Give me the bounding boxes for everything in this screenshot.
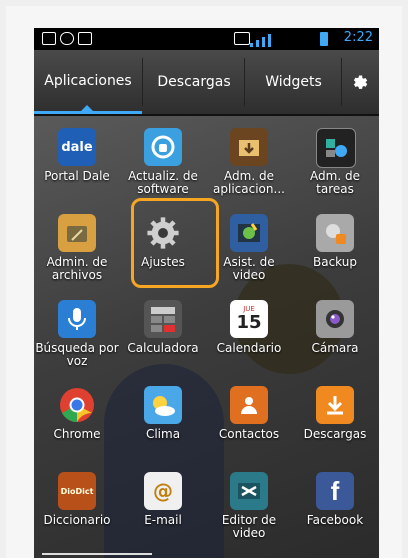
app-label: Clima [145,427,181,441]
backup-icon [316,214,354,252]
app-label: Actualiz. de software [128,169,198,196]
app-label: Admin. de archivos [46,255,108,282]
app-label: Contactos [218,427,280,441]
calculator-icon [144,300,182,338]
video-editor-icon [230,472,268,510]
app-backup[interactable]: Backup [292,214,378,294]
tab-bar: Aplicaciones Descargas Widgets [34,50,379,116]
app-calculadora[interactable]: Calculadora [120,300,206,380]
video-wizard-icon [230,214,268,252]
tab-label: Aplicaciones [44,72,132,89]
download-icon [316,386,354,424]
app-label: Adm. de tareas [310,169,360,196]
app-camara[interactable]: Cámara [292,300,378,380]
tab-divider [142,58,143,106]
message-notification-icon [60,32,74,45]
app-descargas[interactable]: Descargas [292,386,378,466]
dictionary-icon: DioDict [58,472,96,510]
app-label: Adm. de aplicacion... [213,169,285,196]
app-diccionario[interactable]: DioDict Diccionario [34,472,120,552]
gear-icon [353,75,368,89]
tab-aplicaciones[interactable]: Aplicaciones [34,50,142,114]
weather-icon [144,386,182,424]
app-facebook[interactable]: f Facebook [292,472,378,552]
android-update-icon [144,128,182,166]
status-bar: 2:22 [34,28,379,50]
email-icon: @ [144,472,182,510]
app-clima[interactable]: Clima [120,386,206,466]
app-email[interactable]: @ E-mail [120,472,206,552]
app-label: Chrome [53,427,101,441]
signal-icon [250,31,271,47]
active-tab-indicator [80,105,94,112]
app-busqueda-voz[interactable]: Búsqueda por voz [34,300,120,380]
sim-icon [234,32,250,45]
app-label: Backup [313,255,357,269]
app-label: E-mail [144,513,182,527]
app-label: Editor de video [221,513,277,540]
store-notification-icon [78,32,92,45]
package-manager-icon [230,128,268,166]
microphone-icon [58,300,96,338]
page-indicator [42,553,152,555]
app-adm-tareas[interactable]: Adm. de tareas [292,128,378,208]
highlight-box [131,198,219,288]
app-label: Búsqueda por voz [35,341,119,368]
app-adm-aplicaciones[interactable]: Adm. de aplicacion... [206,128,292,208]
app-label: Cámara [311,341,359,355]
settings-button[interactable] [341,50,379,114]
chrome-icon [58,386,96,424]
facebook-icon: f [316,472,354,510]
screenshot-frame: 2:22 Aplicaciones Descargas Widgets dale… [6,6,402,558]
app-admin-archivos[interactable]: Admin. de archivos [34,214,120,294]
app-label: Diccionario [43,513,111,527]
app-label: Portal Dale [44,169,110,183]
app-editor-video[interactable]: Editor de video [206,472,292,552]
calendar-date: 15 [236,312,262,333]
portal-dale-icon: dale [58,128,96,166]
tab-descargas[interactable]: Descargas [144,50,244,114]
calendar-icon: JUE 15 [230,300,268,338]
folder-icon [58,214,96,252]
camera-icon [316,300,354,338]
gallery-notification-icon [42,32,56,45]
tab-label: Widgets [265,74,322,90]
tab-label: Descargas [157,74,231,90]
phone-screen: 2:22 Aplicaciones Descargas Widgets dale… [34,28,379,558]
contacts-icon [230,386,268,424]
app-chrome[interactable]: Chrome [34,386,120,466]
app-label: Calculadora [127,341,199,355]
tab-divider [244,58,245,106]
battery-icon [320,32,328,46]
task-manager-icon [316,128,356,168]
app-label: Descargas [303,427,367,441]
app-label: Facebook [306,513,364,527]
app-portal-dale[interactable]: dale Portal Dale [34,128,120,208]
app-actualiz-software[interactable]: Actualiz. de software [120,128,206,208]
app-label: Calendario [216,341,282,355]
tab-widgets[interactable]: Widgets [246,50,341,114]
app-calendario[interactable]: JUE 15 Calendario [206,300,292,380]
app-contactos[interactable]: Contactos [206,386,292,466]
clock: 2:22 [343,30,373,45]
